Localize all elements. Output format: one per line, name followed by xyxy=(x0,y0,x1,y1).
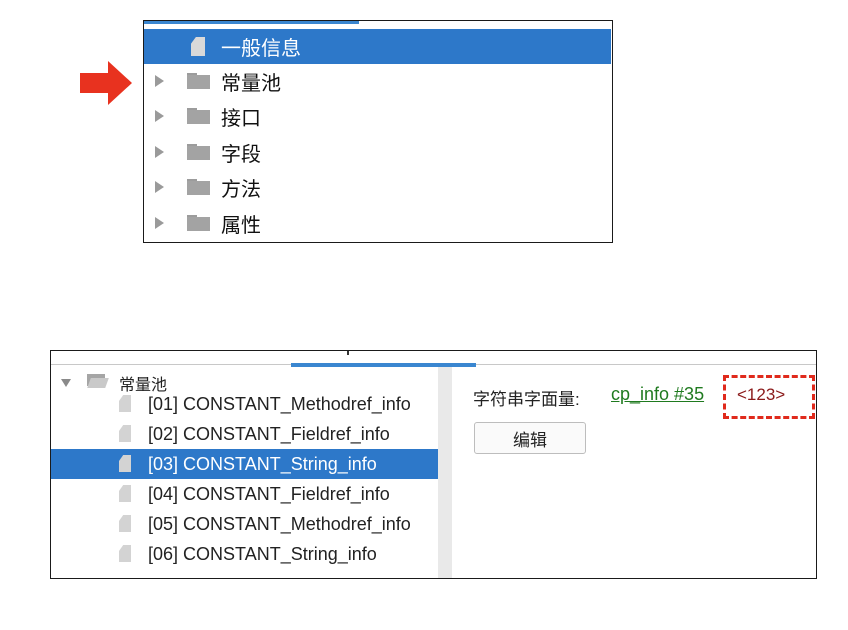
tree-item-label: [03] CONSTANT_String_info xyxy=(148,453,377,474)
tree-item-label: 常量池 xyxy=(221,72,281,95)
pane-splitter[interactable] xyxy=(438,367,452,578)
cp-info-link[interactable]: cp_info #35 xyxy=(611,384,704,405)
file-icon xyxy=(119,395,131,412)
edit-button[interactable]: 编辑 xyxy=(474,422,586,454)
expand-arrow-icon[interactable] xyxy=(155,217,164,229)
tree-item-constant[interactable]: [02] CONSTANT_Fieldref_info xyxy=(51,419,438,449)
folder-icon xyxy=(187,108,210,124)
tree-item-label: [01] CONSTANT_Methodref_info xyxy=(148,393,411,414)
tree-item-label: 方法 xyxy=(221,178,261,201)
tree-item-label: 接口 xyxy=(221,107,261,130)
open-folder-icon xyxy=(87,374,109,388)
file-icon xyxy=(119,455,131,472)
expand-arrow-icon[interactable] xyxy=(155,110,164,122)
string-literal-label: 字符串字面量: xyxy=(473,390,580,409)
folder-icon xyxy=(187,179,210,195)
folder-icon xyxy=(187,215,210,231)
tree-item-label: [04] CONSTANT_Fieldref_info xyxy=(148,483,390,504)
file-icon xyxy=(119,485,131,502)
expand-arrow-icon[interactable] xyxy=(155,181,164,193)
file-icon xyxy=(119,545,131,562)
tree-item-constant-pool[interactable]: 常量池 xyxy=(144,64,611,98)
tree-item-methods[interactable]: 方法 xyxy=(144,170,611,204)
expand-arrow-icon[interactable] xyxy=(155,75,164,87)
tree-item-label: [02] CONSTANT_Fieldref_info xyxy=(148,423,390,444)
tree-item-label: 字段 xyxy=(221,143,261,166)
expand-arrow-icon[interactable] xyxy=(155,146,164,158)
tree-item-interfaces[interactable]: 接口 xyxy=(144,99,611,133)
tree-item-attributes[interactable]: 属性 xyxy=(144,206,611,240)
file-icon xyxy=(119,515,131,532)
class-structure-tree: 一般信息 常量池 接口 字段 方法 属性 xyxy=(143,20,613,243)
panel-accent-bar xyxy=(144,21,359,24)
divider xyxy=(347,351,349,355)
tree-item-fields[interactable]: 字段 xyxy=(144,135,611,169)
tree-item-label: 属性 xyxy=(221,214,261,237)
constant-pool-tree: 常量池 [01] CONSTANT_Methodref_info [02] CO… xyxy=(51,367,438,578)
tree-item-label: [06] CONSTANT_String_info xyxy=(148,543,377,564)
constant-pool-view: 常量池 [01] CONSTANT_Methodref_info [02] CO… xyxy=(50,350,817,579)
tree-item-constant-selected[interactable]: [03] CONSTANT_String_info xyxy=(51,449,438,479)
tree-item-constant[interactable]: [04] CONSTANT_Fieldref_info xyxy=(51,479,438,509)
tree-item-general-info[interactable]: 一般信息 xyxy=(144,29,611,64)
annotation-arrow-icon xyxy=(80,61,132,105)
tree-item-constant[interactable]: [05] CONSTANT_Methodref_info xyxy=(51,509,438,539)
tree-item-label: [05] CONSTANT_Methodref_info xyxy=(148,513,411,534)
folder-icon xyxy=(187,73,210,89)
tree-item-constant[interactable]: [01] CONSTANT_Methodref_info xyxy=(51,389,438,419)
tree-item-constant[interactable]: [06] CONSTANT_String_info xyxy=(51,539,438,569)
file-icon xyxy=(191,37,205,56)
folder-icon xyxy=(187,144,210,160)
file-icon xyxy=(119,425,131,442)
tree-item-label: 一般信息 xyxy=(221,38,301,60)
collapse-arrow-icon[interactable] xyxy=(61,379,71,387)
annotation-highlight-box xyxy=(723,375,815,419)
